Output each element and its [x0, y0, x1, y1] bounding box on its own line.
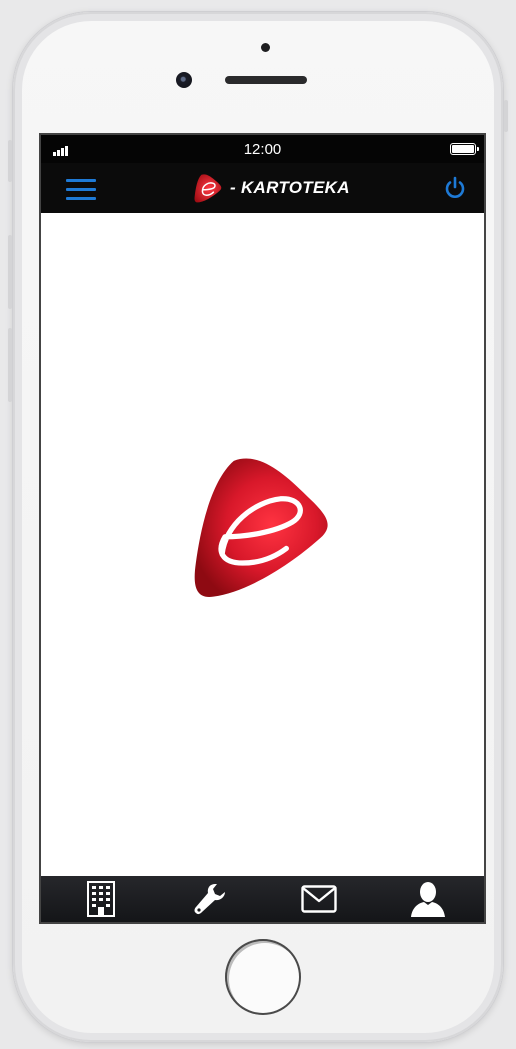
earpiece-speaker: [225, 76, 307, 84]
wrench-icon: [194, 884, 225, 915]
user-icon: [411, 882, 445, 917]
main-content: [41, 213, 484, 876]
volume-down-button: [8, 328, 12, 402]
tab-messages[interactable]: [299, 879, 339, 919]
tab-profile[interactable]: [408, 879, 448, 919]
battery-icon: [450, 143, 479, 155]
volume-up-button: [8, 235, 12, 309]
tab-bar: [41, 876, 484, 922]
home-button[interactable]: [225, 939, 301, 1015]
e-logo-large-icon: [194, 458, 328, 597]
building-icon: [87, 881, 115, 917]
status-time: 12:00: [243, 141, 282, 158]
e-logo-small-icon: [194, 174, 222, 203]
brand-title: - KARTOTEKA: [230, 178, 350, 197]
status-bar: 12:00: [41, 135, 484, 163]
brand-logo: - KARTOTEKA: [191, 172, 350, 204]
tab-buildings[interactable]: [81, 879, 121, 919]
mute-switch: [8, 140, 12, 182]
tab-service[interactable]: [190, 879, 230, 919]
power-icon[interactable]: [442, 175, 468, 201]
mail-icon: [301, 885, 337, 913]
menu-icon[interactable]: [66, 178, 96, 200]
proximity-sensor: [261, 43, 270, 52]
side-power-button: [504, 100, 508, 132]
app-screen: 12:00 - KARTOTEKA: [39, 133, 486, 924]
app-bar: - KARTOTEKA: [41, 163, 484, 213]
front-camera: [176, 72, 192, 88]
